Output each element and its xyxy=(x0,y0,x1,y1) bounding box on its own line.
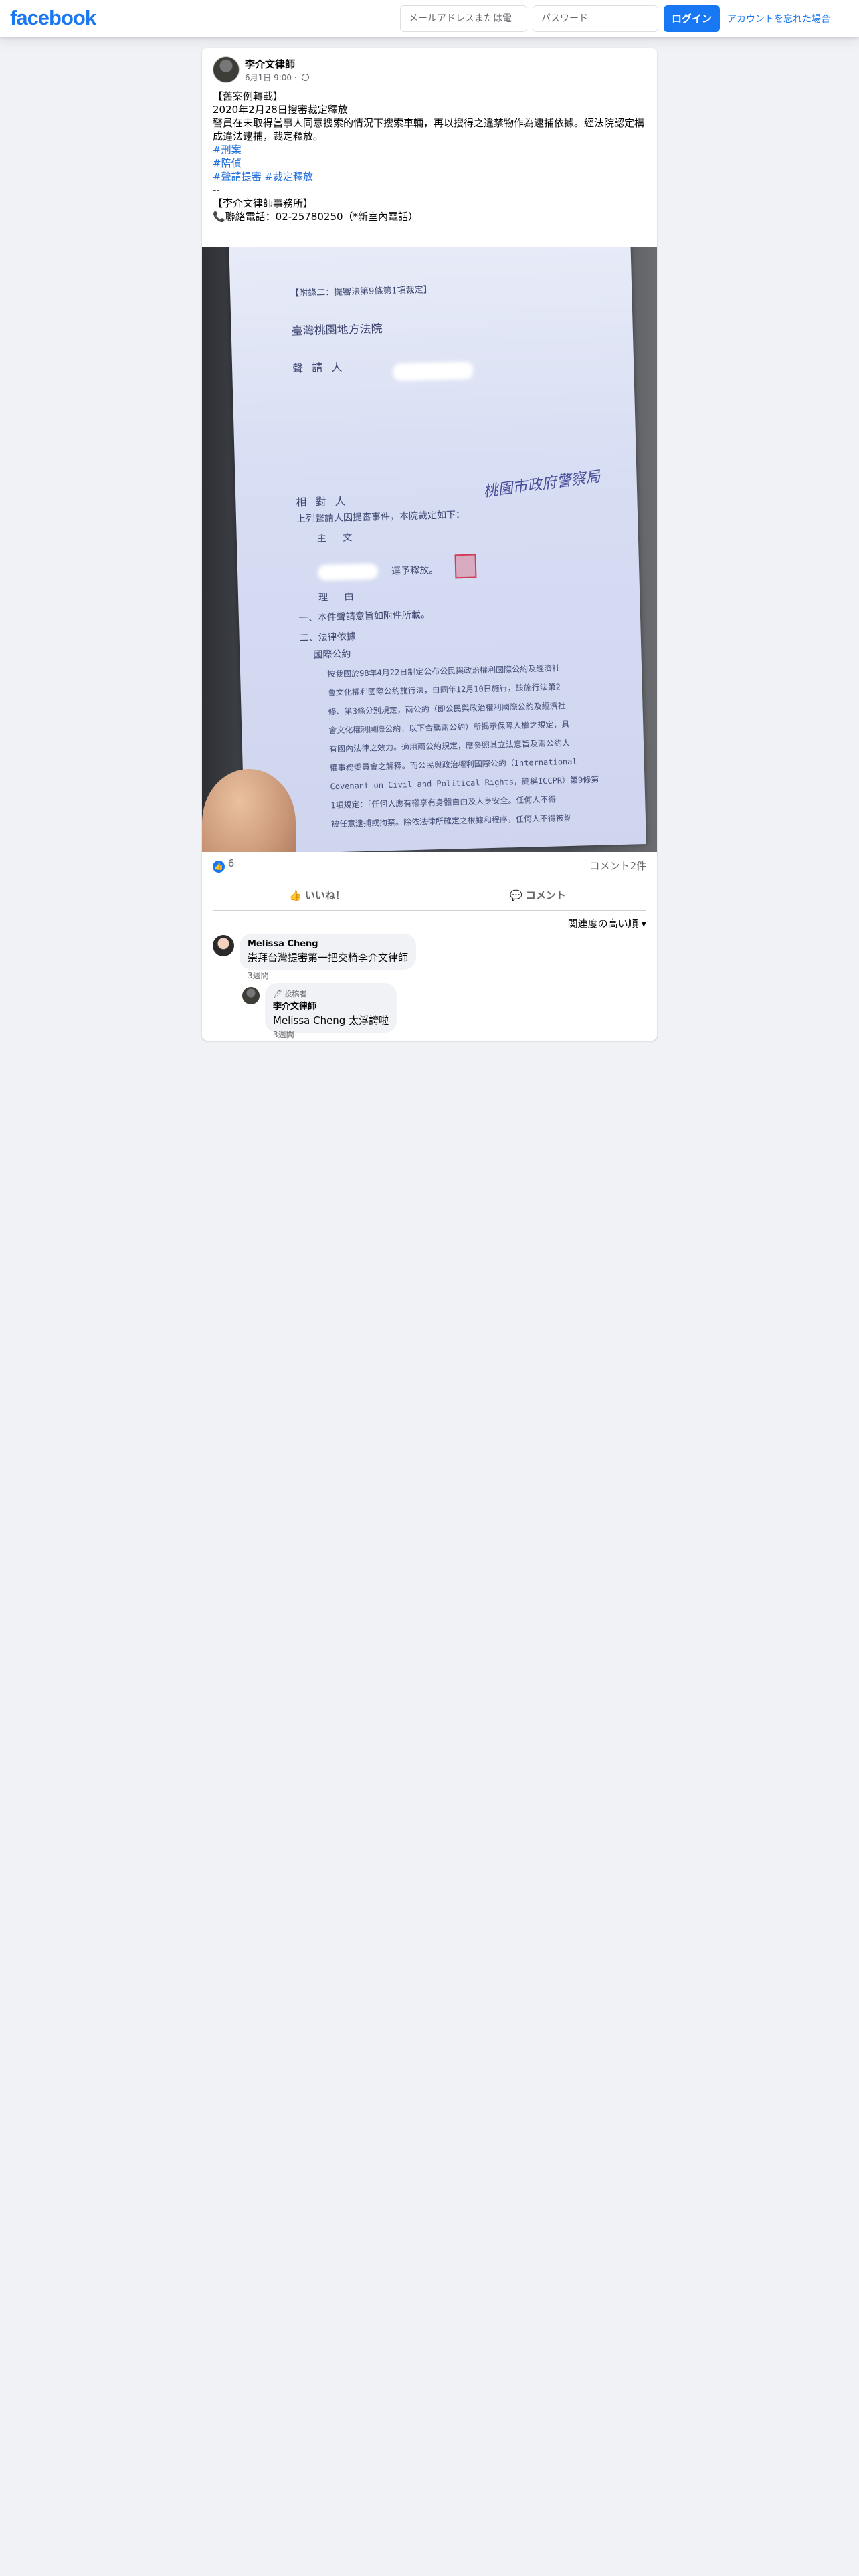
like-count: 6 xyxy=(227,857,235,869)
pen-icon: 🖊 xyxy=(273,990,282,998)
sort-label: 関連度の高い順 xyxy=(567,918,638,930)
post-photo[interactable]: 【附錄二：提審法第9條第1項裁定】 臺灣桃園地方法院 聲 請 人 相 對 人 桃… xyxy=(202,247,657,852)
reply-bubble: 🖊 投稿者 李介文律師 Melissa Cheng 太浮誇啦 xyxy=(265,983,397,1033)
document-header: 【附錄二：提審法第9條第1項裁定】 xyxy=(290,285,432,299)
reply-avatar[interactable] xyxy=(242,987,260,1004)
comment-time[interactable]: 3週間 xyxy=(248,970,269,981)
comment-text: 崇拜台灣提審第一把交椅李介文律師 xyxy=(248,952,409,964)
comment-bubble: Melissa Cheng 崇拜台灣提審第一把交椅李介文律師 xyxy=(240,934,417,970)
document-line: 權事務委員會之解釋。而公民與政治權利國際公約（International xyxy=(329,756,577,773)
document-line: 按我國於98年4月22日制定公布公民與政治權利國際公約及經濟社 xyxy=(326,663,561,679)
post-meta: 6月1日 9:00 · xyxy=(245,72,309,83)
post-line: 【李介文律師事務所】 xyxy=(213,197,314,209)
post-date[interactable]: 6月1日 9:00 · xyxy=(245,73,297,82)
document-line: 會文化權利國際公約，以下合稱兩公約）所揭示保障人權之規定，具 xyxy=(328,719,570,736)
document-line: 主 文 xyxy=(316,532,359,544)
post-author[interactable]: 李介文律師 xyxy=(245,57,295,71)
commenter-avatar[interactable] xyxy=(213,935,234,956)
handwritten-text: 桃園市政府警察局 xyxy=(482,468,601,501)
thumbs-up-icon: 👍 xyxy=(289,889,302,901)
email-field[interactable]: メールアドレスまたは電 xyxy=(400,5,527,32)
redaction-mark xyxy=(393,361,474,381)
comment-count[interactable]: コメント2件 xyxy=(589,859,646,873)
comment-button-label: コメント xyxy=(525,889,566,901)
document-line: 條、第3條分別規定，兩公約（即公民與政治權利國際公約及經濟社 xyxy=(328,701,566,717)
document-line: 有國內法律之效力。適用兩公約規定，應參照其立法意旨及兩公約人 xyxy=(328,738,571,754)
author-badge-label: 投稿者 xyxy=(284,990,307,998)
document-line: 國際公約 xyxy=(313,649,351,661)
post-card: 李介文律師 6月1日 9:00 · 【舊案例轉載】 2020年2月28日搜審裁定… xyxy=(202,48,657,1041)
post-line: 【舊案例轉載】 xyxy=(213,90,284,102)
like-button[interactable]: 👍 いいね！ xyxy=(289,883,345,907)
reaction-summary[interactable]: 👍 6 xyxy=(213,857,234,873)
like-reaction-icon: 👍 xyxy=(213,861,225,873)
court-document: 【附錄二：提審法第9條第1項裁定】 臺灣桃園地方法院 聲 請 人 相 對 人 桃… xyxy=(229,247,646,852)
password-field[interactable]: パスワード xyxy=(533,5,658,32)
document-line: 上列聲請人因提審事件，本院裁定如下： xyxy=(296,509,466,525)
forgot-account-link[interactable]: アカウントを忘れた場合 xyxy=(727,12,830,25)
globe-icon xyxy=(301,74,309,81)
redaction-mark xyxy=(317,563,379,581)
comment-sort-dropdown[interactable]: 関連度の高い順 ▾ xyxy=(568,916,646,930)
author-avatar[interactable] xyxy=(213,56,240,83)
post-line: 成違法逮捕，裁定釋放。 xyxy=(213,130,324,142)
document-line: 會文化權利國際公約施行法，自同年12月10日施行，該施行法第2 xyxy=(327,682,561,698)
document-court: 臺灣桃園地方法院 xyxy=(291,322,383,338)
top-bar: facebook メールアドレスまたは電 パスワード ログイン アカウントを忘れ… xyxy=(0,0,859,37)
document-line: 逕予釋放。 xyxy=(391,564,439,577)
post-line: 警員在未取得當事人同意搜索的情況下搜索車輛，再以搜得之違禁物作為逮捕依據。經法院… xyxy=(213,117,645,129)
document-line: 二、法律依據 xyxy=(299,631,356,644)
login-button[interactable]: ログイン xyxy=(664,5,720,32)
document-respondent-label: 相 對 人 xyxy=(296,494,349,509)
comment-icon: 💬 xyxy=(510,889,522,901)
document-line: 理 由 xyxy=(318,591,361,603)
post-line: -- xyxy=(213,184,220,196)
comment-button[interactable]: 💬 コメント xyxy=(510,883,566,907)
post-line: 📞聯絡電話：02-25780250（*新室內電話） xyxy=(213,211,419,223)
seal-stamp xyxy=(454,554,477,579)
divider xyxy=(213,910,646,911)
post-text: 【舊案例轉載】 2020年2月28日搜審裁定釋放 警員在未取得當事人同意搜索的情… xyxy=(213,90,646,223)
reply-time[interactable]: 3週間 xyxy=(273,1029,294,1040)
post-line: 2020年2月28日搜審裁定釋放 xyxy=(213,104,348,116)
like-button-label: いいね！ xyxy=(304,889,345,901)
chevron-down-icon: ▾ xyxy=(641,918,646,930)
document-line: 一、本件聲請意旨如附件所載。 xyxy=(298,609,431,624)
reply-name[interactable]: 李介文律師 xyxy=(273,999,389,1012)
document-applicant-label: 聲 請 人 xyxy=(292,360,345,375)
hashtag-link[interactable]: #刑案 xyxy=(213,143,646,156)
facebook-logo[interactable]: facebook xyxy=(10,6,96,30)
document-line: Covenant on Civil and Political Rights，簡… xyxy=(330,774,599,792)
author-badge: 🖊 投稿者 xyxy=(273,988,389,999)
hashtag-link[interactable]: #陪偵 xyxy=(213,156,646,170)
commenter-name[interactable]: Melissa Cheng xyxy=(248,939,408,949)
reply-text: Melissa Cheng 太浮誇啦 xyxy=(273,1014,389,1027)
document-line: 1項規定：「任何人應有權享有身體自由及人身安全。任何人不得 xyxy=(330,794,557,811)
document-line: 被任意逮捕或拘禁。除依法律所確定之根據和程序，任何人不得被剝 xyxy=(330,813,573,829)
hashtag-link[interactable]: #聲請提審 #裁定釋放 xyxy=(213,170,646,183)
